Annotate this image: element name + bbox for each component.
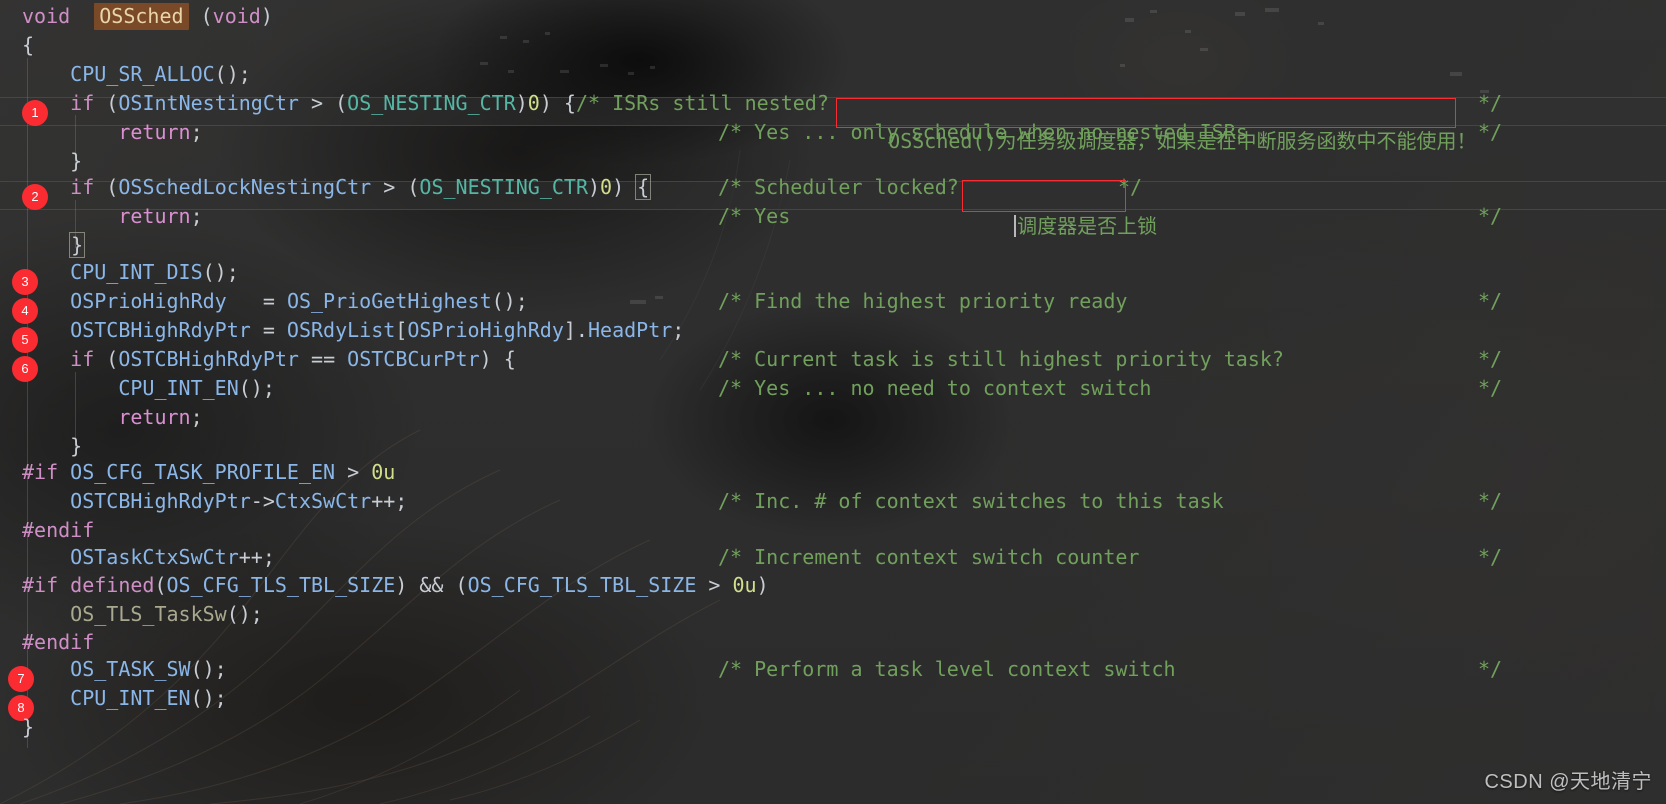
code-line: OSTaskCtxSwCtr++; xyxy=(70,545,275,569)
matching-brace-open: { xyxy=(635,174,652,200)
matching-brace-close: } xyxy=(69,232,86,258)
inline-comment: /* Increment context switch counter xyxy=(718,545,1140,569)
inline-comment: /* Current task is still highest priorit… xyxy=(718,347,1284,371)
comment-closer: */ xyxy=(1478,347,1503,371)
comment-closer: */ xyxy=(1478,545,1503,569)
code-line: #endif xyxy=(22,518,95,542)
code-line: CPU_INT_EN(); xyxy=(70,686,227,710)
code-line: } xyxy=(22,715,35,739)
comment-closer: */ xyxy=(1478,376,1503,400)
code-line: #endif xyxy=(22,630,95,654)
code-line: OSTCBHighRdyPtr = OSRdyList[OSPrioHighRd… xyxy=(70,318,685,342)
comment-closer: */ xyxy=(1478,657,1503,681)
inline-comment: /* Inc. # of context switches to this ta… xyxy=(718,489,1224,513)
code-line: OS_TASK_SW(); xyxy=(70,657,227,681)
code-line: } xyxy=(22,231,86,260)
code-line: void OSSched (void) xyxy=(22,3,273,30)
code-line: return; xyxy=(118,204,203,228)
code-line: } xyxy=(22,149,83,173)
code-line: CPU_INT_DIS(); xyxy=(70,260,239,284)
inline-comment: /* Yes ... no need to context switch xyxy=(718,376,1152,400)
inline-comment: /* Find the highest priority ready xyxy=(718,289,1128,313)
code-line: } xyxy=(22,434,83,458)
inline-comment: /* Perform a task level context switch xyxy=(718,657,1176,681)
text-caret xyxy=(1014,215,1017,237)
code-line: if (OSIntNestingCtr > (OS_NESTING_CTR)0)… xyxy=(70,91,576,115)
code-editor[interactable]: 1 2 3 4 5 6 7 8 void OSSched (void) { CP… xyxy=(0,0,1666,804)
code-line: { xyxy=(22,33,35,57)
inline-comment: /* ISRs still nested? xyxy=(576,91,829,115)
code-line: CPU_SR_ALLOC(); xyxy=(70,62,251,86)
code-line: return; xyxy=(118,120,203,144)
comment-closer: */ xyxy=(1478,289,1503,313)
inline-comment: /* Yes xyxy=(718,204,791,228)
inline-comment: /* Scheduler locked? xyxy=(718,175,959,199)
csdn-watermark: CSDN @天地清宁 xyxy=(1484,771,1652,793)
comment-closer: */ xyxy=(1478,91,1503,115)
comment-closer: */ xyxy=(1478,204,1503,228)
code-line: #if defined(OS_CFG_TLS_TBL_SIZE) && (OS_… xyxy=(22,573,769,597)
code-line: if (OSTCBHighRdyPtr == OSTCBCurPtr) { xyxy=(70,347,516,371)
comment-closer: */ xyxy=(1478,120,1503,144)
code-line: CPU_INT_EN(); xyxy=(118,376,275,400)
function-name-highlight: OSSched xyxy=(94,3,189,30)
code-line: OS_TLS_TaskSw(); xyxy=(70,602,263,626)
annotation-text-2: 调度器是否上锁 xyxy=(1017,214,1158,238)
code-line: return; xyxy=(118,405,203,429)
annotation-box-2: 调度器是否上锁 xyxy=(962,180,1157,238)
annotation-box-1: OSSched()为任务级调度器，如果是在中断服务函数中不能使用！ xyxy=(836,98,1477,153)
code-line: OSPrioHighRdy = OS_PrioGetHighest(); xyxy=(70,289,528,313)
code-line: #if OS_CFG_TASK_PROFILE_EN > 0u xyxy=(22,460,396,484)
comment-closer: */ xyxy=(1478,489,1503,513)
code-line: OSTCBHighRdyPtr->CtxSwCtr++; xyxy=(70,489,408,513)
code-line: if (OSSchedLockNestingCtr > (OS_NESTING_… xyxy=(70,174,652,200)
annotation-text-1: OSSched()为任务级调度器，如果是在中断服务函数中不能使用！ xyxy=(888,129,1477,153)
